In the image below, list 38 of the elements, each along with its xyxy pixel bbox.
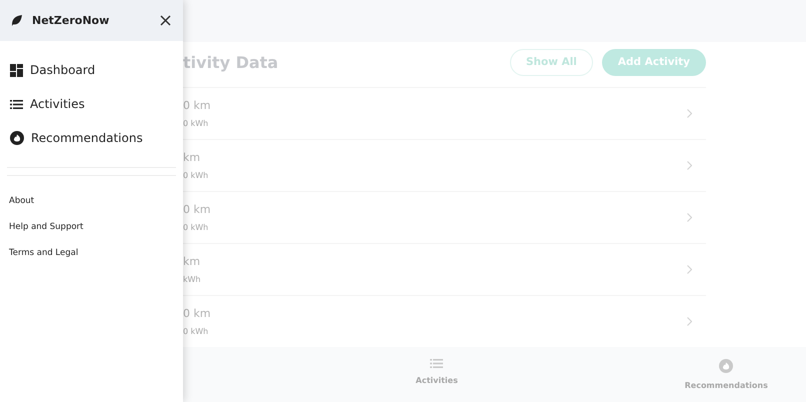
chevron-right-icon [687, 161, 692, 170]
leaf-icon [11, 15, 22, 26]
chevron-right-icon [687, 265, 692, 274]
bottom-nav-item[interactable]: Activities [357, 347, 516, 402]
chevron-right-icon [687, 213, 692, 222]
energy-text: 0 kWh [183, 171, 208, 180]
energy-text: 0 kWh [183, 119, 210, 128]
distance-text: 0 km [183, 99, 211, 112]
distance-text: 0 km [183, 203, 211, 216]
drawer-link[interactable]: About [9, 193, 183, 208]
list-icon [430, 359, 444, 368]
drawer-nav-item[interactable]: Dashboard [10, 53, 183, 87]
energy-text: 0 kWh [183, 223, 210, 232]
drawer-link[interactable]: Terms and Legal [9, 245, 183, 260]
dashboard-icon [10, 64, 23, 76]
list-icon [10, 100, 23, 108]
distance-text: 0 km [183, 307, 211, 320]
distance-text: km [183, 255, 201, 268]
bottom-nav-item[interactable]: Recommendations [646, 347, 806, 402]
drawer-nav-item[interactable]: Activities [10, 87, 183, 121]
add-activity-button[interactable]: Add Activity [602, 48, 706, 76]
close-button[interactable] [160, 15, 171, 26]
energy-text: 0 kWh [183, 327, 210, 336]
activity-row[interactable]: 0 km 0 kWh [183, 87, 706, 139]
energy-text: kWh [183, 275, 201, 284]
chevron-right-icon [687, 317, 692, 326]
drawer-link[interactable]: Help and Support [9, 219, 183, 234]
show-all-button[interactable]: Show All [510, 48, 593, 76]
activity-row[interactable]: km 0 kWh [183, 139, 706, 191]
flame-circle-icon [719, 359, 734, 373]
distance-text: km [183, 151, 202, 164]
activity-row[interactable]: km kWh [183, 243, 706, 295]
page-title: tivity Data [183, 52, 280, 72]
drawer-nav-item[interactable]: Recommendations [10, 121, 183, 155]
brand-name: NetZeroNow [32, 14, 110, 27]
chevron-right-icon [687, 109, 692, 118]
activity-row[interactable]: 0 km 0 kWh [183, 191, 706, 243]
flame-circle-icon [10, 131, 24, 145]
